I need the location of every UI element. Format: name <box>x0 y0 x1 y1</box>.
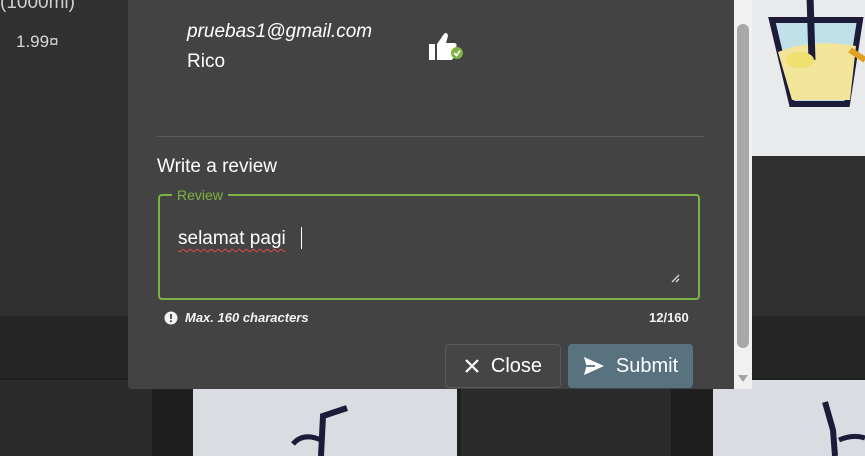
info-circle-icon <box>164 311 178 324</box>
scroll-down-arrow-icon[interactable] <box>738 375 748 382</box>
product-thumb <box>461 380 671 456</box>
product-card-right <box>752 156 865 316</box>
write-review-title: Write a review <box>157 156 278 177</box>
product-thumb <box>0 380 152 456</box>
review-field-value[interactable]: selamat pagi <box>178 227 286 251</box>
thumbs-up-icon <box>427 31 465 63</box>
product-image-cup <box>752 0 865 156</box>
review-dialog: pruebas1@gmail.com Rico Write a review R… <box>128 0 752 389</box>
dialog-scrollbar[interactable] <box>734 0 752 389</box>
close-button-label: Close <box>490 354 543 377</box>
reviewer-comment: Rico <box>187 51 226 72</box>
product-card-left: (1000ml) 1.99¤ <box>0 0 128 316</box>
divider <box>157 136 704 137</box>
send-icon <box>583 357 604 375</box>
scrollbar-thumb[interactable] <box>737 24 749 348</box>
resize-handle-icon[interactable] <box>670 270 680 283</box>
product-title: (1000ml) <box>0 0 75 13</box>
review-field-label: Review <box>172 186 228 204</box>
hint-text: Max. 160 characters <box>185 310 309 325</box>
product-price: 1.99¤ <box>16 32 59 51</box>
review-textarea[interactable]: Review selamat pagi <box>158 186 700 300</box>
submit-button[interactable]: Submit <box>568 344 693 388</box>
text-caret <box>301 227 302 249</box>
product-thumb <box>193 380 457 456</box>
close-icon <box>465 359 479 373</box>
product-thumb <box>713 380 865 456</box>
close-button[interactable]: Close <box>445 344 561 388</box>
character-counter: 12/160 <box>649 310 689 325</box>
reviewer-email: pruebas1@gmail.com <box>187 21 373 42</box>
review-hint: Max. 160 characters <box>164 310 309 325</box>
submit-button-label: Submit <box>615 354 679 377</box>
